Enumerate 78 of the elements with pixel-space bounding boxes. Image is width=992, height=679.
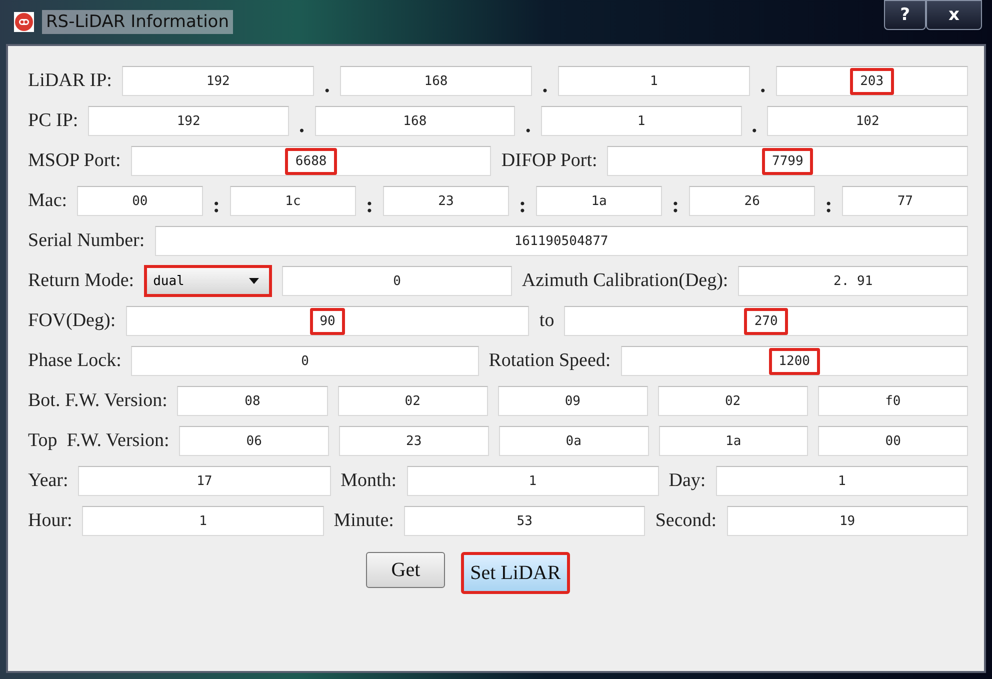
input-field[interactable]: f0 — [818, 386, 968, 416]
field-label: PC IP: — [28, 110, 78, 132]
window-title: RS-LiDAR Information — [42, 10, 233, 34]
field-label: Hour: — [28, 510, 72, 532]
input-field[interactable]: 0a — [498, 426, 648, 456]
field-label: to — [539, 310, 554, 332]
input-field[interactable]: 168 — [340, 66, 532, 96]
input-field[interactable]: 1a — [536, 186, 662, 216]
field-label: Year: — [28, 470, 68, 492]
input-field[interactable]: 08 — [177, 386, 328, 416]
input-field[interactable]: 203 — [776, 66, 968, 96]
separator-mark: : — [518, 194, 526, 218]
field-label: Top F.W. Version: — [28, 430, 170, 452]
caret-icon — [249, 278, 260, 284]
separator-mark: . — [760, 74, 766, 98]
input-field[interactable]: 1 — [406, 466, 659, 496]
separator-mark: . — [525, 114, 531, 138]
field-label: FOV(Deg): — [28, 310, 116, 332]
help-button[interactable]: ? — [884, 0, 926, 30]
separator-mark: : — [366, 194, 374, 218]
input-field[interactable]: 192 — [88, 106, 289, 136]
input-field[interactable]: 77 — [842, 186, 968, 216]
input-field[interactable]: 00 — [818, 426, 968, 456]
input-field[interactable]: 270 — [564, 306, 968, 336]
input-field[interactable]: 1 — [82, 506, 324, 536]
input-field[interactable]: 23 — [383, 186, 509, 216]
input-field[interactable]: 0 — [282, 266, 512, 296]
field-label: Bot. F.W. Version: — [28, 390, 168, 412]
input-field[interactable]: 53 — [404, 506, 646, 536]
input-field[interactable]: 00 — [77, 186, 203, 216]
set-lidar-button[interactable]: Set LiDAR — [461, 552, 570, 594]
input-field[interactable]: 7799 — [607, 146, 968, 176]
separator-mark: . — [324, 74, 330, 98]
input-field[interactable]: 90 — [126, 306, 530, 336]
input-field[interactable]: 102 — [767, 106, 968, 136]
input-field[interactable]: 2. 91 — [738, 266, 968, 296]
input-field[interactable]: 09 — [498, 386, 648, 416]
separator-mark: : — [212, 194, 220, 218]
input-field[interactable]: 192 — [122, 66, 314, 96]
field-label: Phase Lock: — [28, 350, 122, 372]
input-field[interactable]: 02 — [658, 386, 808, 416]
input-field[interactable]: 02 — [338, 386, 488, 416]
field-label: Serial Number: — [28, 230, 145, 252]
field-label: Minute: — [334, 510, 394, 532]
return-mode-dropdown[interactable]: dual — [144, 265, 272, 297]
input-field[interactable]: 17 — [78, 466, 331, 496]
input-field[interactable]: 1c — [230, 186, 356, 216]
field-label: Return Mode: — [28, 270, 134, 292]
input-field[interactable]: 06 — [179, 426, 329, 456]
close-button[interactable]: x — [926, 0, 982, 30]
input-field[interactable]: 1 — [716, 466, 968, 496]
field-label: DIFOP Port: — [501, 150, 598, 172]
input-field[interactable]: 6688 — [130, 146, 492, 176]
separator-mark: . — [752, 114, 758, 138]
separator-mark: : — [672, 194, 680, 218]
separator-mark: . — [299, 114, 304, 138]
input-field[interactable]: 1a — [658, 426, 808, 456]
input-field[interactable]: 0 — [131, 346, 479, 376]
field-label: Day: — [668, 470, 706, 492]
input-field[interactable]: 161190504877 — [154, 226, 968, 256]
input-field[interactable]: 26 — [689, 186, 815, 216]
input-field[interactable]: 168 — [314, 106, 516, 136]
input-field[interactable]: 1 — [558, 66, 750, 96]
app-icon — [14, 12, 34, 32]
separator-mark: : — [824, 194, 832, 218]
get-button[interactable]: Get — [366, 552, 446, 588]
input-field[interactable]: 1200 — [620, 346, 968, 376]
input-field[interactable]: 19 — [726, 506, 968, 536]
field-label: MSOP Port: — [28, 150, 121, 172]
field-label: Rotation Speed: — [488, 350, 611, 372]
input-field[interactable]: 23 — [339, 426, 489, 456]
input-field[interactable]: 1 — [540, 106, 742, 136]
field-label: Second: — [655, 510, 717, 532]
field-label: Month: — [340, 470, 397, 492]
field-label: Mac: — [28, 190, 68, 212]
field-label: Azimuth Calibration(Deg): — [522, 270, 728, 292]
field-label: LiDAR IP: — [28, 70, 112, 92]
separator-mark: . — [542, 74, 548, 98]
